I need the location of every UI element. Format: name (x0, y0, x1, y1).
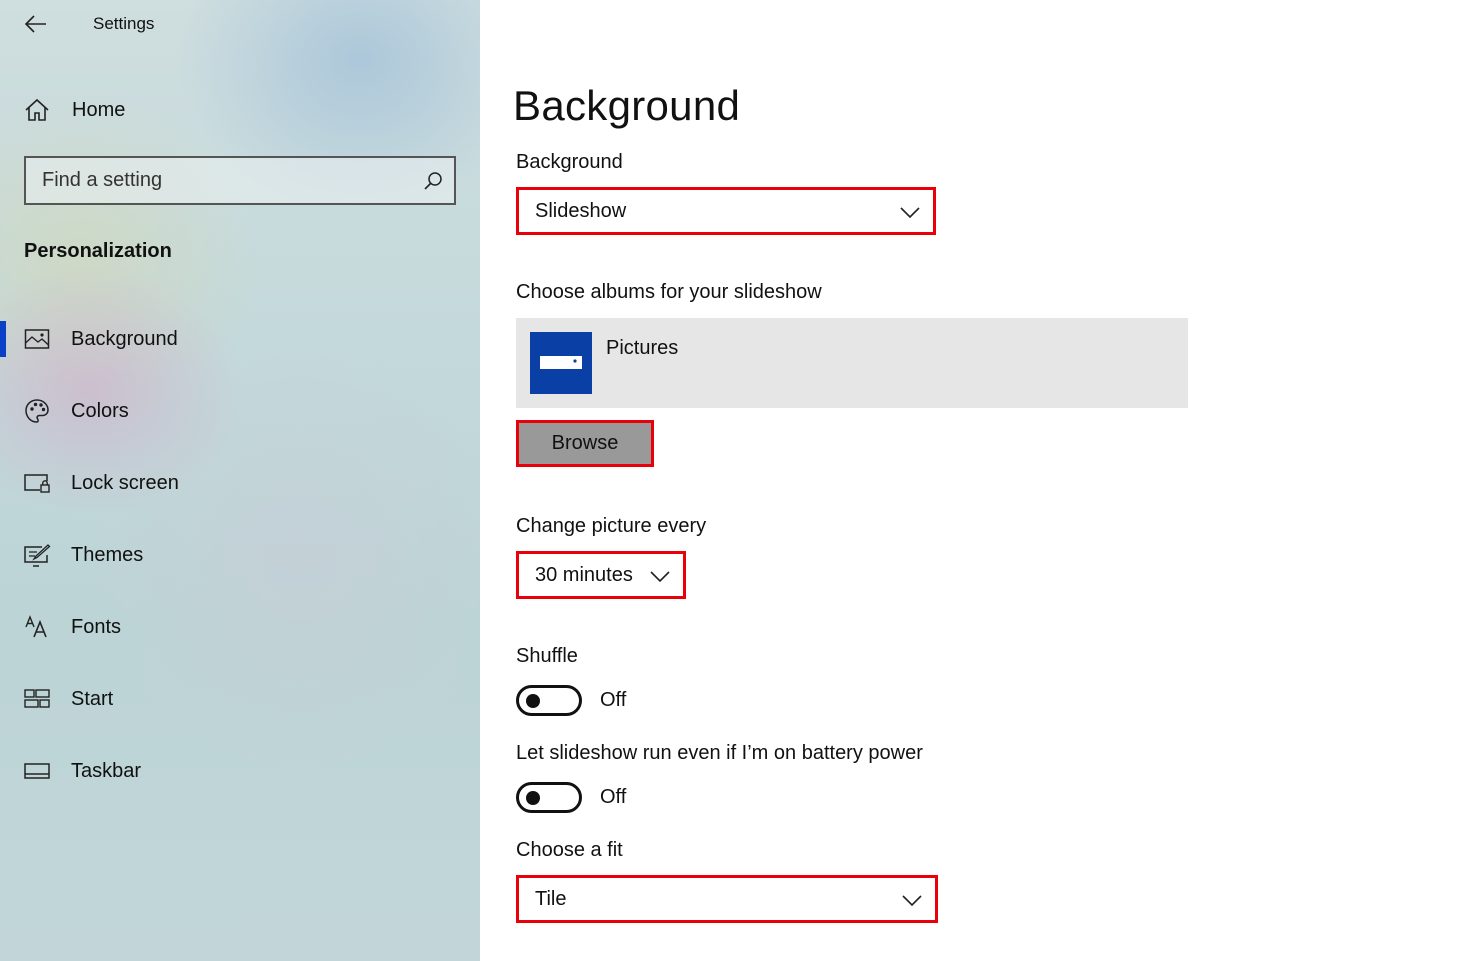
taskbar-icon (22, 756, 52, 786)
dropdown-value: Slideshow (535, 199, 627, 222)
shuffle-label: Shuffle (516, 645, 578, 667)
dropdown-value: 30 minutes (535, 563, 633, 586)
sidebar-item-label: Background (71, 327, 178, 350)
album-name: Pictures (606, 337, 679, 359)
sidebar-item-lock-screen[interactable]: Lock screen (0, 455, 480, 511)
sidebar-item-label: Start (71, 687, 114, 710)
sidebar-item-themes[interactable]: Themes (0, 527, 480, 583)
sidebar-item-label: Colors (71, 399, 129, 422)
page-title: Background (513, 82, 741, 129)
section-title: Personalization (24, 240, 172, 262)
search-input[interactable] (26, 158, 416, 203)
app-title: Settings (93, 14, 155, 33)
albums-label: Choose albums for your slideshow (516, 281, 822, 303)
home-icon (22, 95, 52, 125)
shuffle-row: Off (516, 684, 626, 716)
search-box (24, 156, 456, 205)
palette-icon (22, 396, 52, 426)
sidebar-item-start[interactable]: Start (0, 671, 480, 727)
chevron-down-icon (902, 895, 922, 907)
folder-icon (530, 332, 592, 394)
battery-row: Off (516, 781, 626, 813)
battery-toggle[interactable] (516, 781, 582, 813)
back-button[interactable] (20, 10, 52, 38)
sidebar-item-colors[interactable]: Colors (0, 383, 480, 439)
active-indicator (0, 321, 6, 357)
fonts-icon (22, 612, 52, 642)
toggle-knob (526, 790, 540, 805)
browse-button-label: Browse (551, 432, 619, 454)
picture-icon (22, 324, 52, 354)
back-arrow-icon (25, 15, 46, 33)
main-content: Background Background Slideshow Choose a… (480, 0, 1472, 961)
sidebar-item-taskbar[interactable]: Taskbar (0, 743, 480, 799)
sidebar-item-home[interactable]: Home (0, 82, 480, 138)
sidebar-item-background[interactable]: Background (0, 311, 480, 367)
sidebar-item-fonts[interactable]: Fonts (0, 599, 480, 655)
sidebar-item-label: Themes (71, 543, 144, 566)
title-bar: Settings (0, 0, 480, 48)
background-label: Background (516, 151, 623, 173)
start-icon (22, 684, 52, 714)
toggle-knob (526, 693, 540, 708)
background-type-dropdown[interactable]: Slideshow (516, 187, 936, 235)
battery-state: Off (600, 785, 627, 808)
album-item-pictures[interactable]: Pictures (516, 318, 1188, 408)
interval-dropdown[interactable]: 30 minutes (516, 551, 686, 599)
fit-dropdown[interactable]: Tile (516, 875, 938, 923)
shuffle-state: Off (600, 688, 627, 711)
dropdown-value: Tile (535, 887, 567, 910)
themes-icon (22, 540, 52, 570)
browse-button[interactable]: Browse (516, 420, 654, 467)
chevron-down-icon (900, 207, 920, 219)
sidebar-item-label: Fonts (71, 615, 122, 638)
interval-label: Change picture every (516, 515, 707, 537)
lock-screen-icon (22, 468, 52, 498)
shuffle-toggle[interactable] (516, 684, 582, 716)
battery-label: Let slideshow run even if I’m on battery… (516, 742, 923, 764)
chevron-down-icon (650, 571, 670, 583)
sidebar: Settings Home Personalization Ba (0, 0, 480, 961)
sidebar-item-label: Taskbar (71, 759, 142, 782)
fit-label: Choose a fit (516, 839, 623, 861)
sidebar-item-label: Lock screen (71, 471, 179, 494)
search-icon[interactable] (422, 170, 444, 192)
sidebar-item-label: Home (72, 98, 126, 121)
